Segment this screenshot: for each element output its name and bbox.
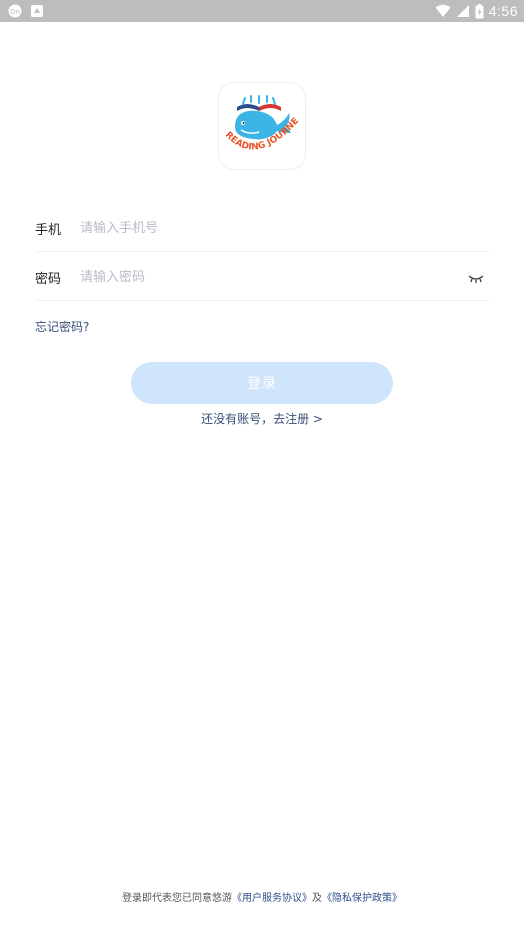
password-input[interactable] bbox=[80, 263, 460, 291]
svg-text:On: On bbox=[10, 8, 20, 16]
terms-link[interactable]: 《用户服务协议》 bbox=[232, 893, 312, 904]
login-button[interactable]: 登录 bbox=[131, 362, 393, 404]
eye-closed-icon[interactable] bbox=[467, 273, 485, 285]
notification-badge-icon: On bbox=[8, 4, 22, 18]
password-row: 密码 bbox=[35, 253, 489, 301]
password-label: 密码 bbox=[35, 272, 62, 287]
phone-row: 手机 bbox=[35, 204, 489, 252]
agreement-and: 及 bbox=[312, 893, 322, 904]
whale-book-logo: READING JOURNEY bbox=[219, 83, 301, 153]
phone-label: 手机 bbox=[35, 223, 62, 238]
battery-icon bbox=[475, 3, 484, 18]
phone-input[interactable] bbox=[80, 214, 460, 242]
cellular-signal-icon bbox=[456, 5, 469, 17]
agreement-prefix: 登录即代表您已同意悠游 bbox=[122, 893, 232, 904]
download-icon bbox=[31, 5, 43, 17]
app-logo: READING JOURNEY bbox=[218, 82, 306, 170]
register-link[interactable]: 还没有账号，去注册 > bbox=[0, 410, 524, 427]
status-bar: On 4:56 bbox=[0, 0, 524, 22]
privacy-link[interactable]: 《隐私保护政策》 bbox=[322, 893, 402, 904]
wifi-icon bbox=[435, 4, 451, 17]
agreement-footer: 登录即代表您已同意悠游《用户服务协议》及《隐私保护政策》 bbox=[0, 889, 524, 904]
forgot-password-link[interactable]: 忘记密码? bbox=[35, 318, 89, 335]
clock-time: 4:56 bbox=[488, 3, 518, 19]
